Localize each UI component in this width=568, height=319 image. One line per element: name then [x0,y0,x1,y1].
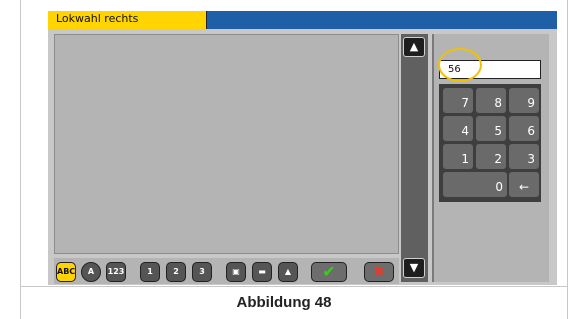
train-icon-button[interactable]: ▬ [252,262,272,282]
scrollbar[interactable] [401,34,428,282]
key-3[interactable]: 3 [509,144,539,169]
key-0[interactable]: 0 [443,172,507,197]
key-7[interactable]: 7 [443,88,473,113]
key-9[interactable]: 9 [509,88,539,113]
crane-icon: ▲ [284,267,292,276]
key-6[interactable]: 6 [509,116,539,141]
divider [20,286,568,287]
tab-label: Lokwahl rechts [56,12,139,25]
scroll-down-button[interactable]: ▼ [403,258,425,278]
train-icon: ▬ [258,267,266,276]
loco-list[interactable] [54,34,399,254]
figure-caption: Abbildung 48 [236,294,332,311]
backspace-button[interactable]: ← [509,172,539,197]
a-button[interactable]: A [81,262,101,282]
scroll-up-button[interactable]: ▲ [403,37,425,57]
locomotive-icon: ▣ [232,267,240,276]
abc-button[interactable]: ABC [56,262,76,282]
crane-icon-button[interactable]: ▲ [278,262,298,282]
confirm-button[interactable]: ✔ [311,262,347,282]
loco-2-button[interactable]: 2 [166,262,186,282]
key-5[interactable]: 5 [476,116,506,141]
locomotive-icon-button[interactable]: ▣ [226,262,246,282]
number-button[interactable]: 123 [106,262,126,282]
tab-lokwahl-rechts[interactable]: Lokwahl rechts [48,11,207,29]
key-8[interactable]: 8 [476,88,506,113]
backspace-arrow-icon: ← [518,180,530,194]
key-4[interactable]: 4 [443,116,473,141]
highlight-circle [438,48,482,82]
arrow-down-icon: ▼ [409,261,419,274]
cancel-button[interactable]: ✖ [364,262,394,282]
key-2[interactable]: 2 [476,144,506,169]
loco-3-button[interactable]: 3 [192,262,212,282]
arrow-up-icon: ▲ [409,40,419,53]
loco-1-button[interactable]: 1 [140,262,160,282]
key-1[interactable]: 1 [443,144,473,169]
